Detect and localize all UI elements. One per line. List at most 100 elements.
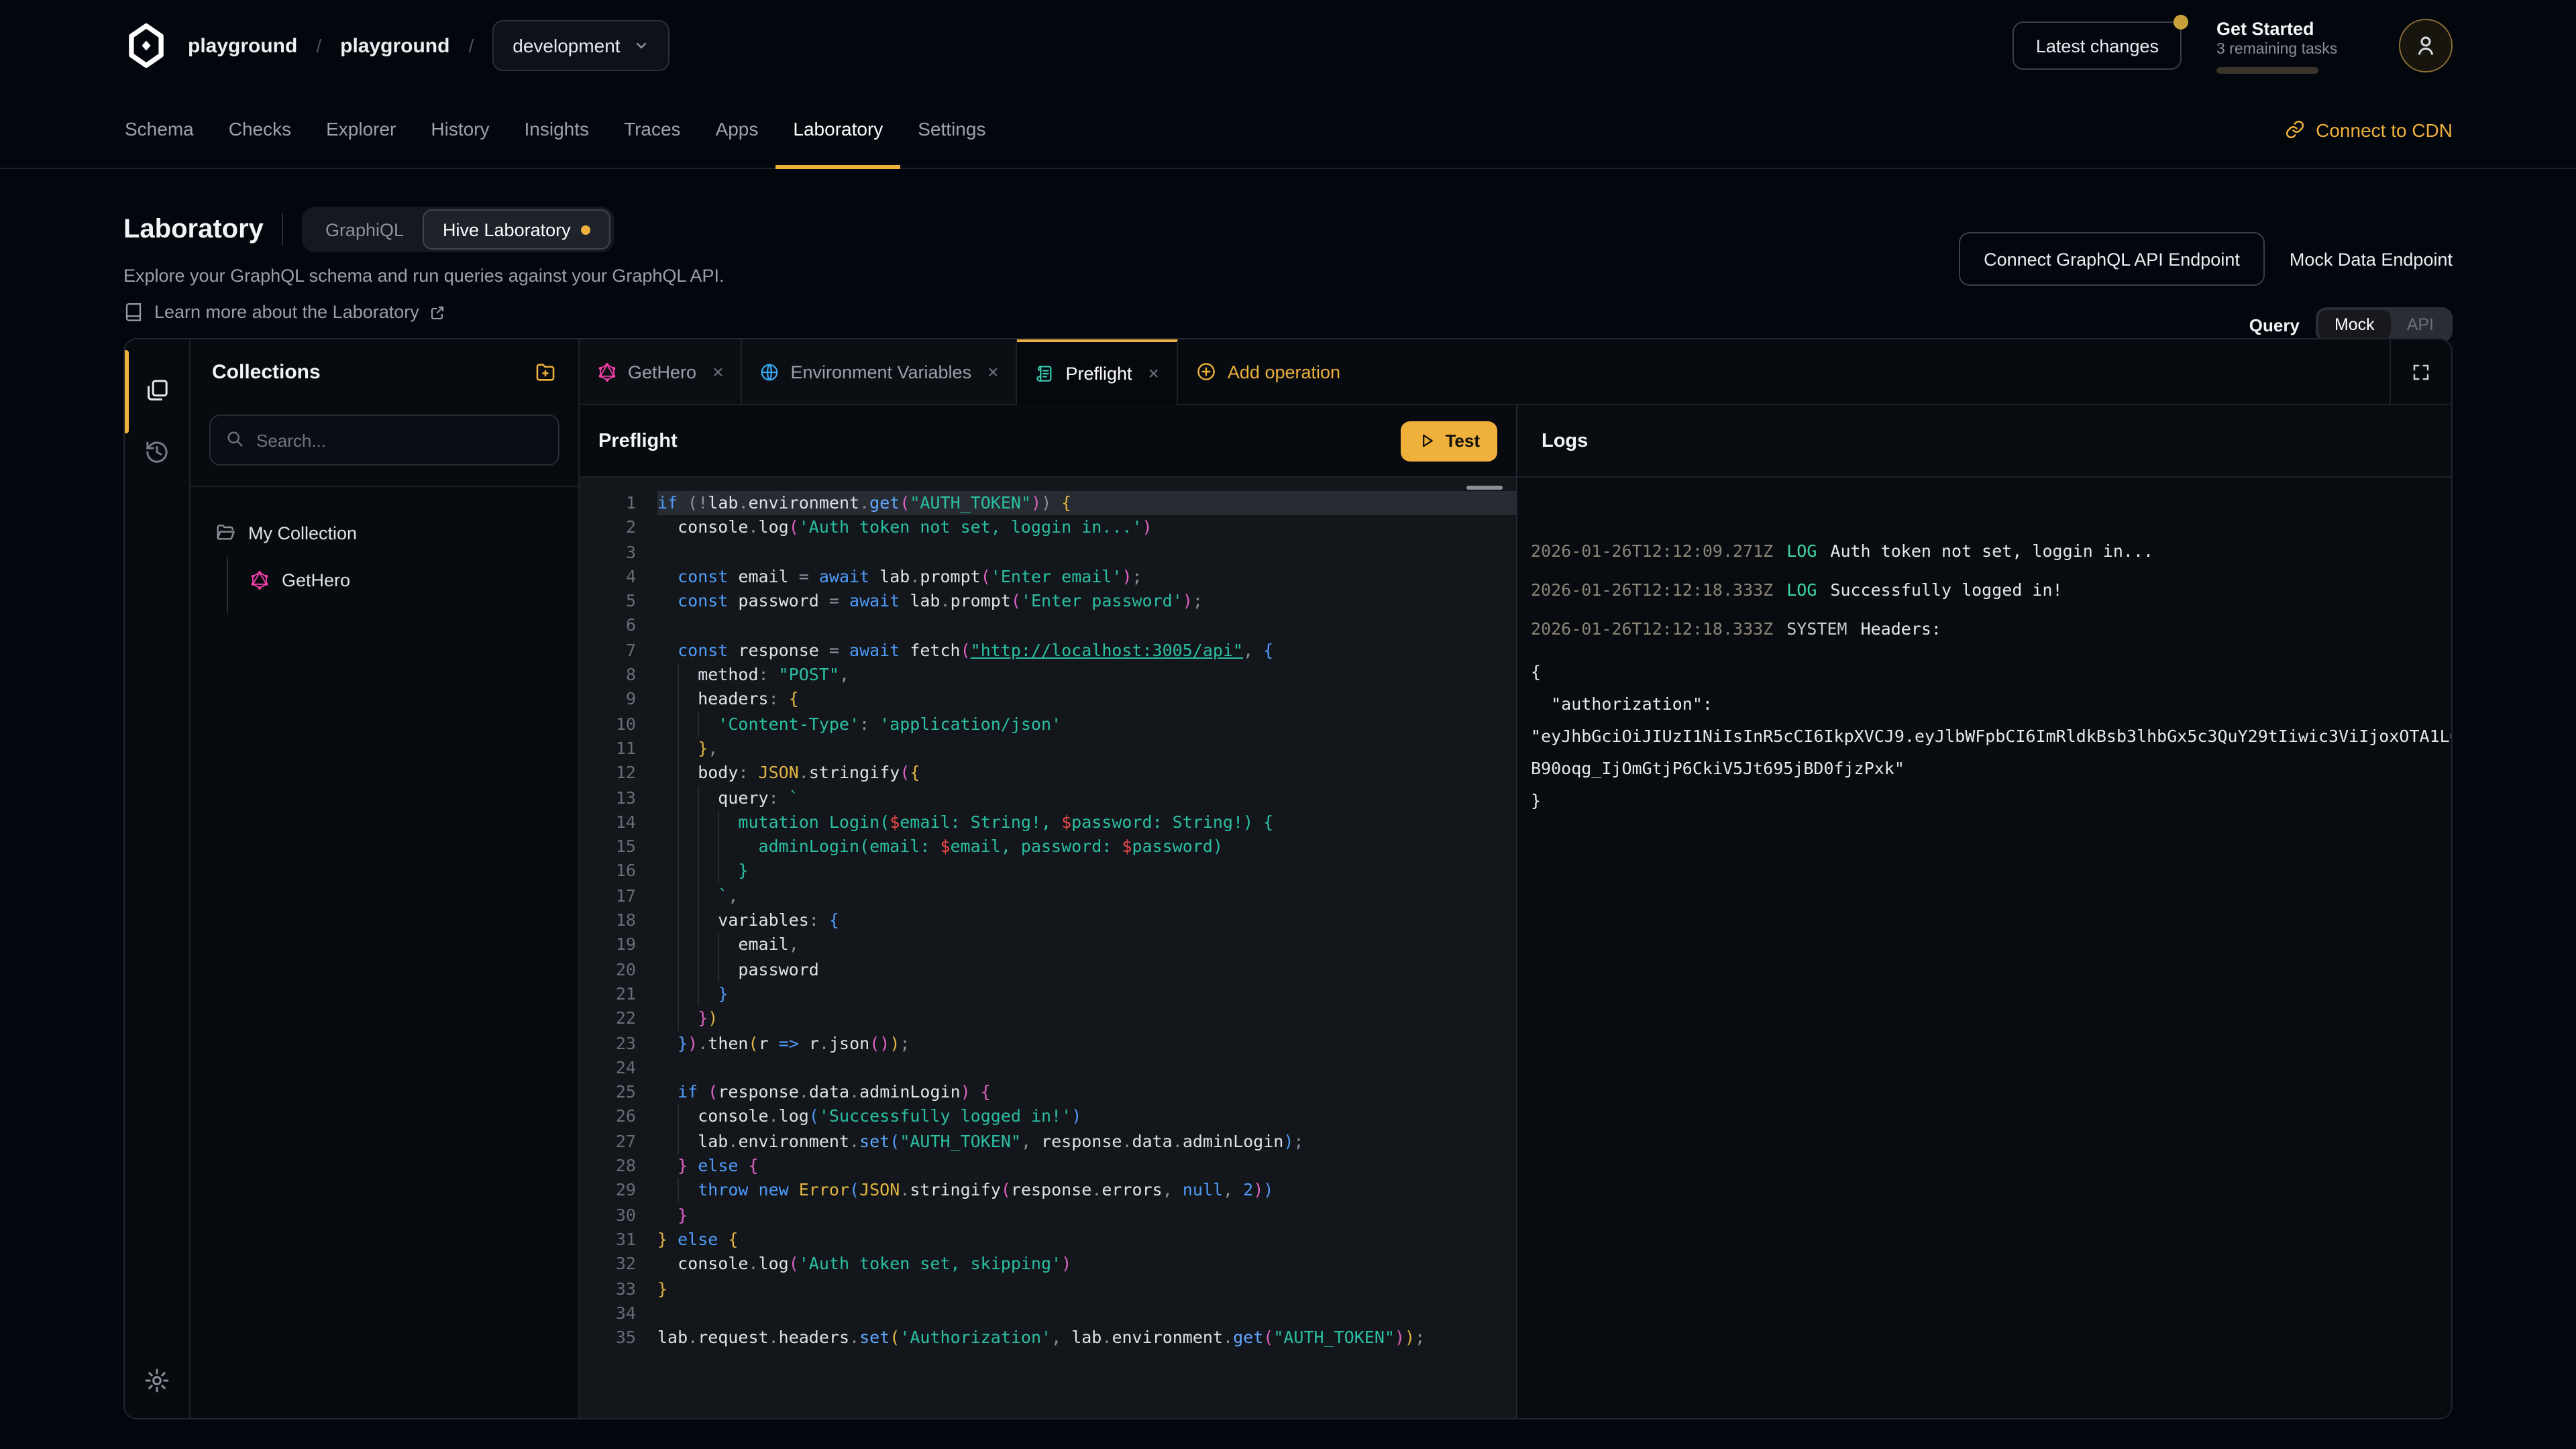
log-json-line: { [1531,656,2451,688]
indent-guide [678,908,679,933]
indent-guide [698,786,699,810]
new-collection-button[interactable] [534,360,557,383]
line-number: 32 [580,1252,657,1277]
get-started-title: Get Started [2216,18,2364,38]
nav-tab-insights[interactable]: Insights [507,91,607,169]
test-button[interactable]: Test [1401,421,1497,461]
latest-changes-button[interactable]: Latest changes [2013,21,2182,70]
breadcrumb-project[interactable]: playground [340,34,449,57]
fullscreen-icon [2411,362,2431,382]
collections-tree: My Collection GetHero [191,487,578,600]
nav-tab-checks[interactable]: Checks [211,91,309,169]
code-line: 11 }, [580,737,1516,761]
log-json-line: } [1531,785,2451,817]
indent-guide [678,933,679,958]
line-number: 34 [580,1301,657,1326]
code-line: 28 } else { [580,1154,1516,1179]
tab-label: Preflight [1065,363,1132,383]
active-rail-indicator [125,350,129,433]
history-rail-button[interactable] [136,431,178,474]
nav-tab-traces[interactable]: Traces [606,91,698,169]
laboratory-panel: Collections My Colle [123,338,2453,1419]
code-line: 24 [580,1056,1516,1081]
close-icon[interactable]: × [987,361,998,382]
line-number: 18 [580,908,657,933]
code-editor[interactable]: 1if (!lab.environment.get("AUTH_TOKEN"))… [580,478,1516,1418]
indent-guide [678,982,679,1007]
breadcrumb-org[interactable]: playground [188,34,297,57]
query-mode-label: Query [2249,315,2300,335]
code-line: 30 } [580,1203,1516,1228]
nav-tab-apps[interactable]: Apps [698,91,776,169]
line-number: 24 [580,1056,657,1081]
code-line: 3 [580,540,1516,565]
indent-guide [698,859,699,884]
play-icon [1418,432,1436,449]
code-line: 19 email, [580,933,1516,958]
hive-logo-icon[interactable] [123,23,169,68]
indent-guide [678,663,679,688]
indent-guide [678,884,679,909]
mode-api-option[interactable]: API [2391,310,2450,339]
nav-tab-laboratory[interactable]: Laboratory [775,91,900,169]
indent-guide [698,908,699,933]
indent-guide [678,859,679,884]
connect-to-cdn-link[interactable]: Connect to CDN [2285,91,2453,168]
log-level: LOG [1786,580,1817,600]
get-started-widget[interactable]: Get Started 3 remaining tasks [2216,18,2364,73]
mode-mock-option[interactable]: Mock [2318,310,2391,339]
search-icon [225,429,244,448]
line-number: 16 [580,859,657,884]
operation-item[interactable]: GetHero [191,559,578,600]
line-number: 11 [580,737,657,761]
user-avatar[interactable] [2399,19,2453,72]
learn-more-link[interactable]: Learn more about the Laboratory [123,302,2453,322]
divider [282,213,284,246]
settings-rail-button[interactable] [136,1359,178,1402]
collection-name: My Collection [248,523,357,543]
line-number: 22 [580,1006,657,1031]
nav-tab-schema[interactable]: Schema [107,91,211,169]
logs-output[interactable]: 2026-01-26T12:12:09.271ZLOGAuth token no… [1517,478,2451,1418]
connect-to-cdn-label: Connect to CDN [2316,119,2453,140]
search-input[interactable] [209,415,559,466]
tab-preflight[interactable]: Preflight × [1017,339,1177,404]
tab-gethero[interactable]: GetHero × [580,339,742,404]
close-icon[interactable]: × [1148,362,1159,384]
logs-panel: Logs 2026-01-26T12:12:09.271ZLOGAuth tok… [1516,405,2451,1418]
line-number: 27 [580,1129,657,1154]
indent-guide [678,835,679,859]
collection-folder-item[interactable]: My Collection [191,514,578,551]
line-number: 20 [580,957,657,982]
link-icon [2285,119,2305,140]
line-number: 15 [580,835,657,859]
tab-label: GetHero [628,362,696,382]
collections-rail-button[interactable] [136,369,178,412]
editor-resize-handle[interactable] [1466,486,1503,490]
project-nav: SchemaChecksExplorerHistoryInsightsTrace… [0,91,2576,169]
nav-tab-settings[interactable]: Settings [900,91,1003,169]
line-number: 31 [580,1228,657,1252]
fullscreen-button[interactable] [2390,339,2451,404]
learn-more-label: Learn more about the Laboratory [154,302,419,322]
code-line: 15 adminLogin(email: $email, password: $… [580,835,1516,859]
indent-guide [718,933,719,958]
tab-environment-variables[interactable]: Environment Variables× [742,339,1017,404]
nav-tab-history[interactable]: History [413,91,506,169]
laboratory-header: Laboratory GraphiQL Hive Laboratory Expl… [0,169,2576,339]
tab-add-operation[interactable]: Add operation [1178,339,1358,404]
connect-graphql-endpoint-button[interactable]: Connect GraphQL API Endpoint [1958,232,2265,286]
toggle-graphiql[interactable]: GraphiQL [307,211,423,248]
endpoint-mode-switch: Mock API [2316,307,2453,342]
collections-icon [144,377,170,404]
code-line: 10 'Content-Type': 'application/json' [580,712,1516,737]
indent-guide [678,957,679,982]
close-icon[interactable]: × [712,361,723,382]
nav-tab-explorer[interactable]: Explorer [309,91,413,169]
mock-data-endpoint-button[interactable]: Mock Data Endpoint [2290,249,2453,269]
code-line: 4 const email = await lab.prompt('Enter … [580,565,1516,590]
toggle-hive-laboratory[interactable]: Hive Laboratory [423,209,611,250]
target-selector[interactable]: development [492,20,669,71]
indent-guide [718,859,719,884]
line-number: 19 [580,933,657,958]
